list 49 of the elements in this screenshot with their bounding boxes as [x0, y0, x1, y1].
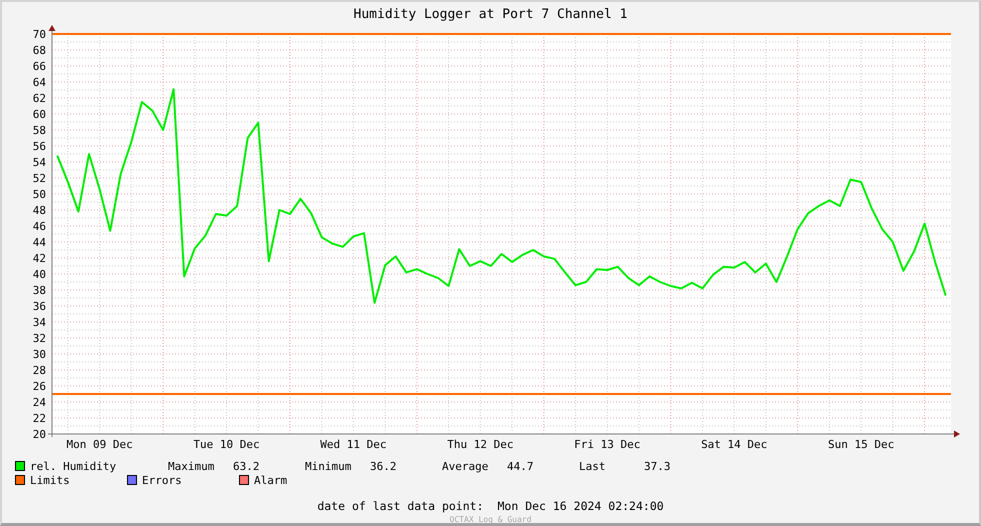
y-tick-label: 46 — [32, 220, 46, 232]
stat-value: 36.2 — [370, 460, 398, 474]
last-data-label: date of last data point: — [317, 498, 484, 512]
y-tick-label: 62 — [32, 92, 46, 104]
stat-label: Minimum — [305, 460, 352, 474]
y-tick-label: 48 — [32, 204, 46, 216]
y-tick-label: 32 — [32, 332, 46, 344]
watermark-text: OCTAX Log & Guard — [448, 514, 532, 524]
stat-value: 44.7 — [507, 460, 534, 474]
stat-value: 37.3 — [644, 460, 672, 474]
x-tick-label: Sat 14 Dec — [701, 438, 768, 450]
legend-label: Errors — [142, 474, 182, 486]
y-tick-label: 44 — [32, 236, 46, 248]
y-tick-label: 66 — [32, 60, 46, 72]
y-tick-label: 42 — [32, 252, 46, 264]
x-tick-label: Wed 11 Dec — [320, 438, 387, 450]
y-tick-label: 50 — [32, 188, 46, 200]
y-tick-label: 52 — [32, 172, 46, 184]
y-tick-label: 24 — [32, 396, 46, 408]
y-tick-label: 70 — [32, 28, 46, 40]
stat-label: Average — [442, 460, 490, 474]
x-tick-label: Thu 12 Dec — [447, 438, 514, 450]
y-tick-label: 38 — [32, 284, 46, 296]
y-tick-label: 40 — [32, 268, 46, 280]
chart-title: Humidity Logger at Port 7 Channel 1 — [352, 6, 628, 24]
y-tick-label: 68 — [32, 44, 46, 56]
y-tick-label: 56 — [32, 140, 46, 152]
y-tick-label: 20 — [32, 428, 46, 440]
last-data-date: Mon Dec 16 2024 02:24:00 — [498, 498, 664, 512]
y-tick-label: 58 — [32, 124, 46, 136]
y-tick-label: 54 — [32, 156, 46, 168]
y-tick-label: 30 — [32, 348, 46, 360]
y-tick-label: 36 — [32, 300, 46, 312]
x-tick-label: Sun 15 Dec — [828, 438, 894, 450]
x-tick-label: Tue 10 Dec — [193, 438, 260, 450]
legend-label: Limits — [30, 474, 70, 486]
stat-label: Maximum — [168, 460, 216, 474]
legend-label: rel. Humidity — [30, 460, 116, 472]
y-tick-label: 26 — [32, 380, 46, 392]
stat-value: 63.2 — [233, 460, 260, 474]
y-tick-label: 64 — [32, 76, 46, 88]
y-tick-label: 60 — [32, 108, 46, 120]
x-tick-label: Fri 13 Dec — [574, 438, 640, 450]
y-tick-label: 22 — [32, 412, 46, 424]
legend-label: Alarm — [254, 474, 288, 486]
stat-label: Last — [579, 460, 606, 474]
y-tick-label: 34 — [32, 316, 46, 328]
y-tick-label: 28 — [32, 364, 46, 376]
x-tick-label: Mon 09 Dec — [66, 438, 133, 450]
